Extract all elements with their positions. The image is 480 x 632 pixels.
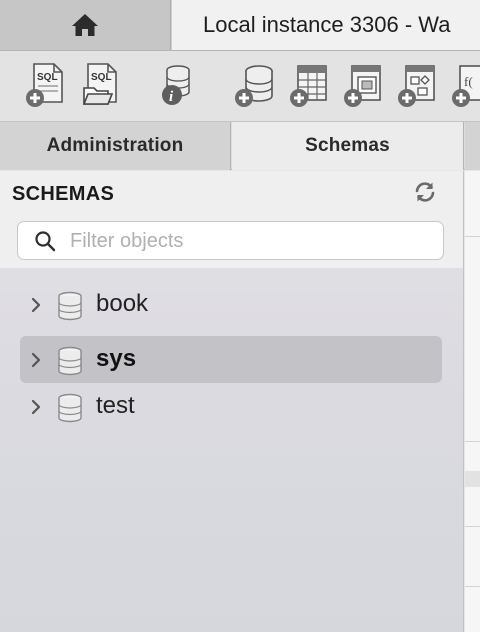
connection-tab-label: Local instance 3306 - Wa <box>203 12 451 37</box>
search-icon <box>35 231 56 252</box>
create-table-button[interactable] <box>288 62 332 112</box>
server-info-button[interactable]: i <box>154 62 198 112</box>
connection-tab-bar: Local instance 3306 - Wa <box>0 0 480 51</box>
divider <box>465 441 480 442</box>
chevron-right-icon[interactable] <box>30 296 42 314</box>
schemas-title: SCHEMAS <box>12 183 115 205</box>
home-tab[interactable] <box>0 0 171 50</box>
schema-item-label: sys <box>96 345 137 372</box>
refresh-icon[interactable] <box>413 180 437 204</box>
divider <box>465 236 480 237</box>
create-procedure-button[interactable] <box>396 62 440 112</box>
new-sql-tab-icon: SQL <box>26 63 63 107</box>
tab-schemas[interactable]: Schemas <box>232 122 464 170</box>
create-view-icon <box>344 65 381 107</box>
schema-item-sys[interactable]: sys <box>20 336 442 383</box>
tab-administration[interactable]: Administration <box>0 122 231 170</box>
database-icon <box>58 393 82 423</box>
create-function-button[interactable]: f( <box>450 62 480 112</box>
create-procedure-icon <box>398 65 435 107</box>
divider <box>465 586 480 587</box>
server-info-icon: i <box>162 65 190 105</box>
filter-search-box <box>17 221 444 260</box>
create-function-icon: f( <box>452 65 480 107</box>
schema-item-label: test <box>96 392 135 419</box>
connection-tab[interactable]: Local instance 3306 - Wa <box>172 0 480 50</box>
svg-text:SQL: SQL <box>91 72 112 83</box>
tab-administration-label: Administration <box>46 135 184 156</box>
new-sql-tab-button[interactable]: SQL <box>24 62 68 112</box>
create-table-icon <box>290 65 327 107</box>
svg-text:f(: f( <box>464 74 473 89</box>
svg-text:SQL: SQL <box>37 72 58 83</box>
database-icon <box>58 291 82 321</box>
create-schema-button[interactable] <box>233 62 277 112</box>
sidebar-tab-bar: Administration Schemas <box>0 122 480 170</box>
editor-area <box>465 171 480 632</box>
schemas-panel-header: SCHEMAS <box>0 171 463 268</box>
open-sql-script-icon: SQL <box>82 63 117 105</box>
create-schema-icon <box>235 65 273 107</box>
chevron-right-icon[interactable] <box>30 351 42 369</box>
main-toolbar: SQL SQL i f( <box>0 51 480 122</box>
divider <box>465 526 480 527</box>
filter-objects-input[interactable] <box>70 226 430 256</box>
tab-schemas-label: Schemas <box>305 135 390 156</box>
chevron-right-icon[interactable] <box>30 398 42 416</box>
home-icon <box>72 14 98 36</box>
schemas-panel: SCHEMAS book <box>0 171 464 632</box>
open-sql-script-button[interactable]: SQL <box>78 62 122 112</box>
database-icon <box>58 346 82 376</box>
schema-item-test[interactable]: test <box>20 383 442 430</box>
tab-overflow <box>465 122 480 170</box>
schema-item-book[interactable]: book <box>20 281 442 328</box>
editor-splitter[interactable] <box>465 471 480 487</box>
schema-item-label: book <box>96 290 149 317</box>
create-view-button[interactable] <box>342 62 386 112</box>
